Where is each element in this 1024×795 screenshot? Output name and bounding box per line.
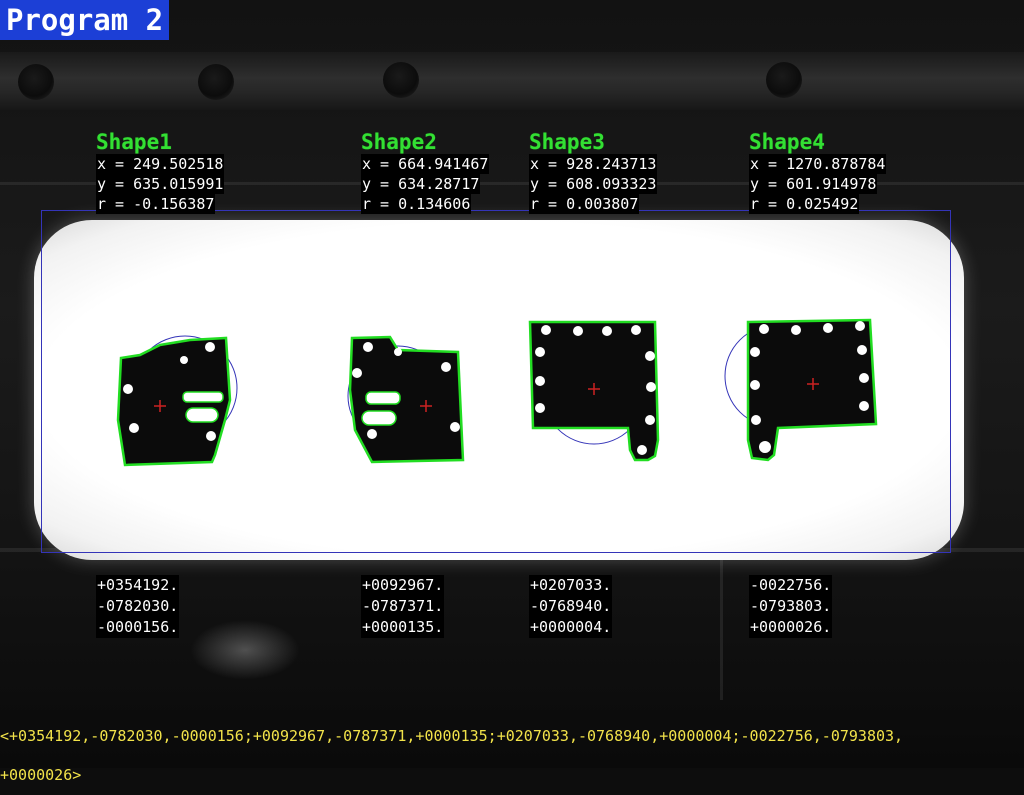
shape4-result-line: -0793803.: [749, 596, 833, 617]
shape3-hole: [646, 382, 656, 392]
shape4-hole: [855, 321, 865, 331]
shape3-hole: [645, 351, 655, 361]
shape3-hole: [637, 445, 647, 455]
shape3-y: y = 608.093323: [529, 174, 658, 194]
program-title: Program 2: [0, 0, 170, 40]
shape4-hole: [859, 401, 869, 411]
shape4-hole: [759, 324, 769, 334]
shape2-slot: [365, 391, 401, 405]
shape4-result-line: -0022756.: [749, 575, 833, 596]
shape4-hole: [823, 323, 833, 333]
shape4-result-line: +0000026.: [749, 617, 833, 638]
shape2-slot: [361, 410, 397, 426]
shape1-hole: [123, 384, 133, 394]
shape4-hole: [791, 325, 801, 335]
shape3-r: r = 0.003807: [529, 194, 640, 214]
shape3-hole: [541, 325, 551, 335]
shape4-hole: [750, 380, 760, 390]
shape1-hole: [206, 431, 216, 441]
shape2-y: y = 634.28717: [361, 174, 481, 194]
shape1-r: r = -0.156387: [96, 194, 216, 214]
shape2-hole: [363, 342, 373, 352]
serial-output-line2: +0000026>: [0, 766, 82, 784]
part-shape1: [116, 335, 238, 467]
shape3-hole: [602, 326, 612, 336]
shape1-hole: [205, 342, 215, 352]
shape4-name: Shape4: [749, 130, 825, 154]
shape2-result-line: +0092967.: [361, 575, 445, 596]
shape4-hole: [751, 415, 761, 425]
shape3-result-line: -0768940.: [529, 596, 613, 617]
shape1-y: y = 635.015991: [96, 174, 225, 194]
shape3-hole: [535, 403, 545, 413]
serial-output: <+0354192,-0782030,-0000156;+0092967,-07…: [0, 704, 1024, 795]
shape1-slot: [185, 407, 219, 423]
shape4-y: y = 601.914978: [749, 174, 878, 194]
shape4-hole: [859, 373, 869, 383]
shape2-result: +0092967. -0787371. +0000135.: [361, 575, 445, 638]
shape2-r: r = 0.134606: [361, 194, 472, 214]
shape3-hole: [631, 325, 641, 335]
part-shape4: [724, 318, 878, 462]
shape2-result-line: -0787371.: [361, 596, 445, 617]
shape3-hole: [573, 326, 583, 336]
shape3-info: Shape3 x = 928.243713 y = 608.093323 r =…: [529, 130, 658, 214]
shape1-result-line: -0000156.: [96, 617, 180, 638]
shape4-hole: [759, 441, 771, 453]
shape4-r: r = 0.025492: [749, 194, 860, 214]
shape2-info: Shape2 x = 664.941467 y = 634.28717 r = …: [361, 130, 490, 214]
shape1-result: +0354192. -0782030. -0000156.: [96, 575, 180, 638]
shape1-result-line: -0782030.: [96, 596, 180, 617]
shape3-hole: [645, 415, 655, 425]
detection-overlay: [116, 318, 878, 467]
shape1-x: x = 249.502518: [96, 154, 225, 174]
shape4-hole: [750, 347, 760, 357]
shape2-name: Shape2: [361, 130, 437, 154]
shape3-x: x = 928.243713: [529, 154, 658, 174]
shape3-result-line: +0207033.: [529, 575, 613, 596]
shape4-x: x = 1270.878784: [749, 154, 887, 174]
shape3-hole: [535, 376, 545, 386]
shape4-hole: [857, 345, 867, 355]
shape2-hole: [367, 429, 377, 439]
shape1-result-line: +0354192.: [96, 575, 180, 596]
serial-output-line1: <+0354192,-0782030,-0000156;+0092967,-07…: [0, 727, 904, 745]
shape3-result: +0207033. -0768940. +0000004.: [529, 575, 613, 638]
shape2-hole: [394, 348, 402, 356]
shape2-hole: [352, 368, 362, 378]
shape3-hole: [535, 347, 545, 357]
shape4-contour: [746, 318, 878, 462]
part-shape3: [528, 320, 660, 462]
shape3-name: Shape3: [529, 130, 605, 154]
part-shape2: [347, 335, 465, 464]
shape4-result: -0022756. -0793803. +0000026.: [749, 575, 833, 638]
shape1-hole: [180, 356, 188, 364]
shape1-hole: [129, 423, 139, 433]
shape2-hole: [450, 422, 460, 432]
shape2-hole: [441, 362, 451, 372]
shape1-name: Shape1: [96, 130, 172, 154]
shape1-info: Shape1 x = 249.502518 y = 635.015991 r =…: [96, 130, 225, 214]
shape2-x: x = 664.941467: [361, 154, 490, 174]
shape2-result-line: +0000135.: [361, 617, 445, 638]
shape3-result-line: +0000004.: [529, 617, 613, 638]
shape1-slot: [182, 391, 224, 403]
shape4-info: Shape4 x = 1270.878784 y = 601.914978 r …: [749, 130, 887, 214]
